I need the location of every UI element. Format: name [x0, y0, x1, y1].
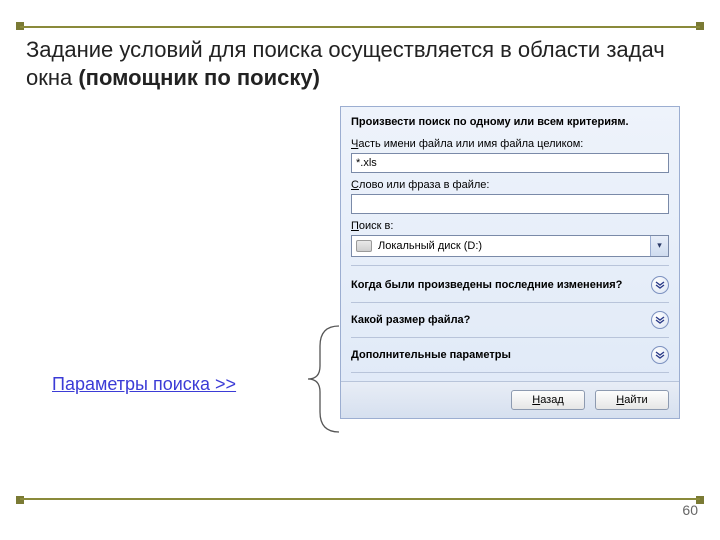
divider: [351, 302, 669, 303]
slide-title: Задание условий для поиска осуществляетс…: [20, 36, 700, 105]
find-button[interactable]: Найти: [595, 390, 669, 410]
phrase-input[interactable]: [351, 194, 669, 214]
expander-label: Дополнительные параметры: [351, 348, 511, 362]
double-chevron-down-icon: [651, 311, 669, 329]
expander-label: Когда были произведены последние изменен…: [351, 278, 622, 292]
disk-icon: [356, 240, 372, 252]
slide-title-bold: (помощник по поиску): [78, 65, 320, 90]
filename-input[interactable]: [351, 153, 669, 173]
phrase-label: Слово или фраза в файле:: [351, 179, 669, 191]
panel-heading: Произвести поиск по одному или всем крит…: [351, 115, 669, 130]
search-assistant-panel: Произвести поиск по одному или всем крит…: [340, 106, 680, 419]
lookin-selected: Локальный диск (D:): [378, 240, 644, 252]
button-bar: Назад Найти: [341, 381, 679, 418]
expander-when-modified[interactable]: Когда были произведены последние изменен…: [351, 272, 669, 298]
page-number: 60: [682, 502, 698, 518]
divider: [351, 265, 669, 266]
expander-more-options[interactable]: Дополнительные параметры: [351, 342, 669, 368]
double-chevron-down-icon: [651, 346, 669, 364]
expander-label: Какой размер файла?: [351, 313, 470, 327]
back-button[interactable]: Назад: [511, 390, 585, 410]
divider: [351, 337, 669, 338]
lookin-combobox[interactable]: Локальный диск (D:) ▾: [351, 235, 669, 257]
chevron-down-icon[interactable]: ▾: [650, 236, 668, 256]
filename-label: Часть имени файла или имя файла целиком:: [351, 138, 669, 150]
lookin-label: Поиск в:: [351, 220, 669, 232]
divider: [351, 372, 669, 373]
search-parameters-link[interactable]: Параметры поиска >>: [52, 374, 236, 395]
expander-file-size[interactable]: Какой размер файла?: [351, 307, 669, 333]
double-chevron-down-icon: [651, 276, 669, 294]
